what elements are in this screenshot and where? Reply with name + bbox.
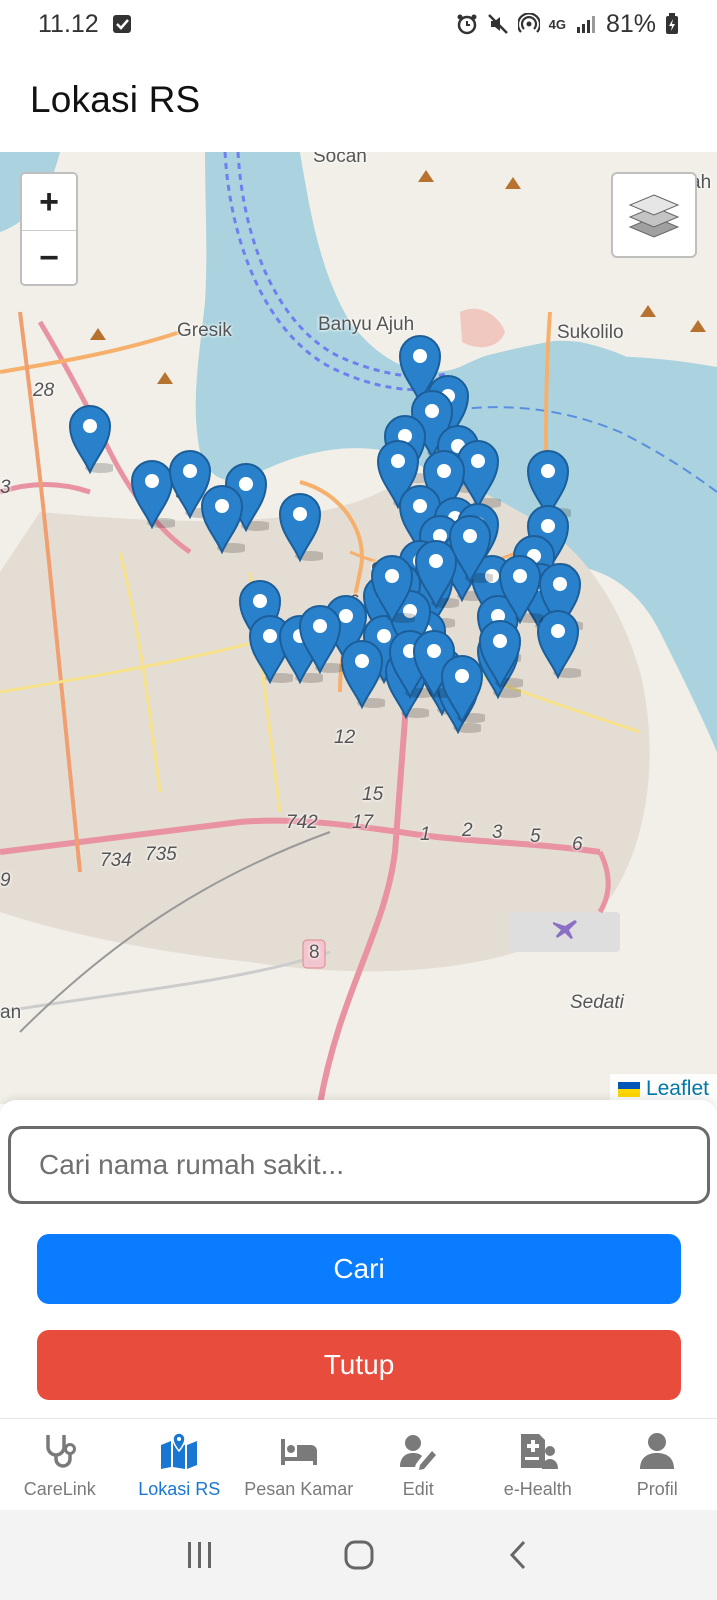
page-title: Lokasi RS	[30, 79, 201, 120]
map-label: an	[0, 1002, 22, 1023]
nav-item-pesan-kamar[interactable]: Pesan Kamar	[239, 1419, 359, 1510]
map-marker-icon[interactable]	[339, 637, 385, 709]
medical-file-icon	[520, 1434, 558, 1469]
map-label: 9	[0, 870, 11, 891]
back-button[interactable]	[494, 1531, 542, 1579]
map-label: 6	[572, 834, 583, 855]
nav-label: Lokasi RS	[138, 1479, 221, 1499]
leaflet-link[interactable]: Leaflet	[646, 1077, 709, 1101]
home-icon	[344, 1540, 373, 1570]
map-label: 8	[309, 942, 320, 963]
user-edit-icon	[400, 1435, 437, 1470]
map-marker-icon[interactable]	[497, 552, 543, 624]
nav-label: CareLink	[23, 1479, 96, 1499]
map-label: 3	[0, 477, 11, 498]
mute-icon	[487, 14, 508, 34]
map-label: 735	[145, 844, 177, 865]
layers-button[interactable]	[611, 172, 697, 258]
zoom-out-button[interactable]: −	[22, 230, 76, 284]
network-type: 4G	[548, 16, 566, 32]
recent-apps-button[interactable]	[176, 1531, 224, 1579]
hospital-search-input[interactable]	[8, 1126, 710, 1204]
close-button[interactable]: Tutup	[37, 1330, 681, 1400]
back-icon	[509, 1540, 525, 1570]
ukraine-flag-icon	[617, 1081, 640, 1097]
map-label: Socah	[313, 152, 367, 167]
user-icon	[640, 1433, 675, 1469]
status-right: 4G 81%	[456, 10, 679, 39]
home-button[interactable]	[335, 1531, 383, 1579]
map-label: Gresik	[177, 320, 232, 341]
nav-item-e-health[interactable]: e-Health	[478, 1419, 598, 1510]
bottom-nav: CareLink Lokasi RS Pesan Kamar Edit e-He…	[0, 1418, 717, 1510]
layers-icon	[628, 194, 680, 238]
battery-icon	[666, 13, 678, 34]
nav-item-carelink[interactable]: CareLink	[0, 1419, 120, 1510]
map-view[interactable]: Socah Gresik Banyu Ajuh Sukolilo 28 9 6 …	[0, 152, 717, 1104]
nav-item-lokasi-rs[interactable]: Lokasi RS	[120, 1419, 240, 1510]
map-label: 5	[530, 826, 541, 847]
map-label: 28	[33, 380, 55, 401]
nav-label: Profil	[636, 1479, 678, 1499]
map-marker-icon[interactable]	[277, 490, 323, 562]
bed-icon	[280, 1439, 317, 1465]
zoom-in-button[interactable]: +	[22, 174, 76, 230]
map-label: 1	[420, 824, 431, 845]
nav-label: Edit	[402, 1479, 434, 1499]
status-left: 11.12	[38, 10, 133, 39]
map-marker-icon[interactable]	[439, 652, 485, 724]
nav-label: e-Health	[503, 1479, 572, 1499]
status-bar: 11.12 4G 81%	[0, 0, 717, 48]
zoom-control: + −	[20, 172, 78, 286]
nav-label: Pesan Kamar	[244, 1479, 354, 1499]
map-label: Sedati	[570, 992, 624, 1013]
map-label: 15	[362, 784, 384, 805]
recent-apps-icon	[187, 1542, 211, 1568]
map-marker-icon[interactable]	[199, 482, 245, 554]
battery-percent: 81%	[605, 9, 656, 38]
checkbox-notification-icon	[112, 15, 131, 33]
map-label: 2	[462, 820, 473, 841]
nav-item-edit[interactable]: Edit	[359, 1419, 479, 1510]
hotspot-icon	[517, 13, 540, 33]
map-label: 3	[492, 822, 503, 843]
app-bar: Lokasi RS	[0, 48, 717, 152]
map-marker-icon[interactable]	[297, 602, 343, 674]
map-marker-icon[interactable]	[369, 552, 415, 624]
alarm-icon	[457, 14, 477, 35]
map-marker-icon[interactable]	[447, 512, 493, 584]
map-label: Sukolilo	[557, 322, 624, 343]
search-panel: Cari Tutup	[0, 1100, 717, 1418]
map-label: 17	[352, 812, 374, 833]
signal-icon	[576, 16, 595, 33]
map-marker-icon[interactable]	[67, 402, 113, 474]
stethoscope-icon	[46, 1435, 76, 1468]
search-button[interactable]: Cari	[37, 1234, 681, 1304]
map-location-icon	[161, 1432, 198, 1469]
map-label: 734	[100, 850, 132, 871]
map-label: 12	[334, 727, 356, 748]
nav-item-profil[interactable]: Profil	[598, 1419, 717, 1510]
system-navigation-bar	[0, 1510, 717, 1600]
status-time: 11.12	[38, 9, 99, 38]
map-label: 742	[286, 812, 318, 833]
